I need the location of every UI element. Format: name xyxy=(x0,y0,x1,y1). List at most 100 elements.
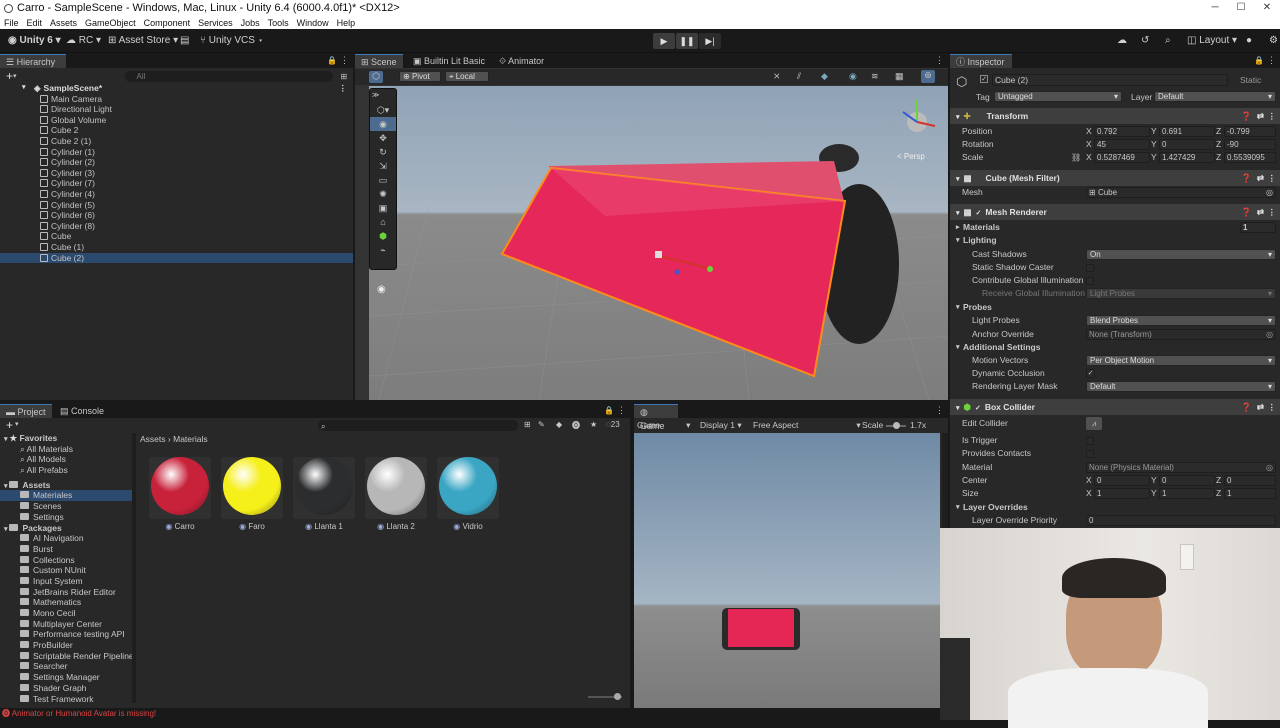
folder-test-framework[interactable]: Test Framework xyxy=(0,694,132,705)
draw-mode-icon[interactable]: ◆ xyxy=(821,71,828,82)
mesh-filter-header[interactable]: ▾ ▦ Cube (Mesh Filter) ❓ ⇄ ⋮ xyxy=(950,170,1280,186)
pen-tool-icon[interactable]: ⌁ xyxy=(370,243,396,257)
more-icon[interactable]: ⋮ xyxy=(935,405,944,416)
hierarchy-item[interactable]: Cylinder (1) xyxy=(0,147,353,158)
hierarchy-search-input[interactable]: All xyxy=(124,70,333,82)
additional-settings-row[interactable]: ▾ Additional Settings xyxy=(950,341,1280,354)
provides-contacts-checkbox[interactable] xyxy=(1086,450,1094,458)
mesh-renderer-header[interactable]: ▾ ▦ ✓ Mesh Renderer ❓ ⇄ ⋮ xyxy=(950,204,1280,220)
menu-file[interactable]: File xyxy=(4,18,19,28)
folder-all-models[interactable]: ⌕ All Models xyxy=(0,454,132,465)
material-llanta-2[interactable]: ◉ Llanta 2 xyxy=(364,455,428,531)
object-picker-icon[interactable]: ◎ xyxy=(1266,188,1273,197)
tab-scene[interactable]: ⊞ Scene xyxy=(355,54,403,68)
component-menu-icon[interactable]: ⋮ xyxy=(1268,399,1277,415)
folder-all-materials[interactable]: ⌕ All Materials xyxy=(0,444,132,455)
override-priority-field[interactable]: 0 xyxy=(1086,515,1276,526)
folder-settings-manager[interactable]: Settings Manager xyxy=(0,672,132,683)
preset-icon[interactable]: ⇄ xyxy=(1257,204,1264,220)
folder-shader-graph[interactable]: Shader Graph xyxy=(0,683,132,694)
static-toggle[interactable]: Static xyxy=(1240,75,1261,85)
hidden-count[interactable]: ◌23 xyxy=(606,420,620,429)
probes-row[interactable]: ▾ Probes xyxy=(950,301,1280,314)
tab-game[interactable]: ◍ Game xyxy=(634,404,678,431)
dynamic-occlusion-checkbox[interactable]: ✓ xyxy=(1086,369,1095,378)
more-icon[interactable]: ⋮ xyxy=(617,405,626,416)
project-search-input[interactable]: ⌕ xyxy=(318,420,518,431)
scale-z-field[interactable]: 0.5539095 xyxy=(1224,152,1276,163)
preset-icon[interactable]: ⇄ xyxy=(1257,170,1264,186)
scale-slider-handle[interactable] xyxy=(893,422,900,429)
enabled-checkbox[interactable]: ✓ xyxy=(975,405,981,412)
material-faro[interactable]: ◉ Faro xyxy=(220,455,284,531)
layers-toggle-icon[interactable]: ≋ xyxy=(871,71,879,82)
hierarchy-item[interactable]: Global Volume xyxy=(0,115,353,126)
move-tool-icon[interactable]: ✥ xyxy=(370,131,396,145)
settings-button[interactable]: ⚙ xyxy=(1265,33,1280,49)
component-menu-icon[interactable]: ⋮ xyxy=(1268,170,1277,186)
help-button[interactable]: ● xyxy=(1242,33,1256,49)
gizmo-z-handle[interactable] xyxy=(674,269,680,275)
filter-icon[interactable]: ⊞ xyxy=(341,72,348,81)
hierarchy-item[interactable]: Cube (1) xyxy=(0,242,353,253)
link-icon[interactable]: ⛓ xyxy=(1071,151,1081,164)
anchor-override-field[interactable]: None (Transform) ◎ xyxy=(1086,329,1276,340)
filter-type-icon[interactable]: ⊞ xyxy=(524,420,531,429)
motion-vectors-dropdown[interactable]: Per Object Motion ▾ xyxy=(1086,355,1276,366)
account-button[interactable]: ◉ Unity 6 ▾ xyxy=(4,33,65,49)
center-y-field[interactable]: 0 xyxy=(1159,475,1215,486)
center-x-field[interactable]: 0 xyxy=(1094,475,1150,486)
menu-window[interactable]: Window xyxy=(297,18,329,28)
hierarchy-item[interactable]: Cylinder (6) xyxy=(0,210,353,221)
hierarchy-item[interactable]: Directional Light xyxy=(0,104,353,115)
box-collider-header[interactable]: ▾ ⬢ ✓ Box Collider ❓ ⇄ ⋮ xyxy=(950,399,1280,415)
play-button[interactable]: ▶ xyxy=(653,33,675,49)
component-menu-icon[interactable]: ⋮ xyxy=(1268,204,1277,220)
vcs-button[interactable]: ⑂ Unity VCS ▾ xyxy=(196,33,268,49)
cube-tool-icon[interactable]: ⬡▾ xyxy=(370,103,396,117)
menu-services[interactable]: Services xyxy=(198,18,233,28)
hierarchy-item[interactable]: Cylinder (4) xyxy=(0,189,353,200)
gizmo-y-handle[interactable] xyxy=(707,266,713,272)
tab-animator[interactable]: ⟐ Animator xyxy=(493,54,550,68)
edit-collider-button[interactable]: ⩘ xyxy=(1086,417,1102,430)
folder-burst[interactable]: Burst xyxy=(0,544,132,555)
warning-icon[interactable]: ⓿ xyxy=(572,420,580,431)
menu-gameobject[interactable]: GameObject xyxy=(85,18,136,28)
scale-y-field[interactable]: 1.427429 xyxy=(1159,152,1215,163)
folder-scenes[interactable]: Scenes xyxy=(0,501,132,512)
hierarchy-item[interactable]: Cylinder (5) xyxy=(0,200,353,211)
layout-dropdown[interactable]: ◫ Layout ▾ xyxy=(1183,33,1241,49)
help-icon[interactable]: ❓ xyxy=(1241,204,1252,220)
filter-label-icon[interactable]: ✎ xyxy=(538,420,545,429)
step-button[interactable]: ▶| xyxy=(699,33,721,49)
material-vidrio[interactable]: ◉ Vidrio xyxy=(436,455,500,531)
breadcrumb-materials[interactable]: Materials xyxy=(173,434,207,444)
package-manager-button[interactable]: ▤ xyxy=(176,33,193,49)
materials-row[interactable]: ▸ Materials 1 xyxy=(950,221,1280,234)
collapse-icon[interactable]: ≫ xyxy=(370,89,396,103)
folder-collections[interactable]: Collections xyxy=(0,555,132,566)
menu-tools[interactable]: Tools xyxy=(268,18,289,28)
overlay-eye-icon[interactable]: ◉ xyxy=(377,284,386,295)
hierarchy-item[interactable]: Cube xyxy=(0,231,353,242)
close-button[interactable]: ✕ xyxy=(1254,0,1280,16)
menu-jobs[interactable]: Jobs xyxy=(241,18,260,28)
size-y-field[interactable]: 1 xyxy=(1159,488,1215,499)
light-probes-dropdown[interactable]: Blend Probes ▾ xyxy=(1086,315,1276,326)
custom-tool-icon[interactable]: ▣ xyxy=(370,201,396,215)
scene-root[interactable]: ▾ ◈ SampleScene* ⋮ xyxy=(0,83,353,94)
rendering-layer-dropdown[interactable]: Default ▾ xyxy=(1086,381,1276,392)
size-x-field[interactable]: 1 xyxy=(1094,488,1150,499)
probuilder-icon[interactable]: ⌂ xyxy=(370,215,396,229)
material-llanta-1[interactable]: ◉ Llanta 1 xyxy=(292,455,356,531)
gizmo-center[interactable] xyxy=(655,251,662,258)
scale-tool-icon[interactable]: ⇲ xyxy=(370,159,396,173)
help-icon[interactable]: ❓ xyxy=(1241,108,1252,124)
persp-label[interactable]: < Persp xyxy=(897,152,925,161)
search-button[interactable]: ⌕ xyxy=(1161,33,1175,49)
breadcrumb-assets[interactable]: Assets xyxy=(140,434,166,444)
assets-header[interactable]: ▾ Assets xyxy=(0,480,132,491)
rotation-y-field[interactable]: 0 xyxy=(1159,139,1215,150)
active-checkbox[interactable]: ✓ xyxy=(980,75,988,83)
